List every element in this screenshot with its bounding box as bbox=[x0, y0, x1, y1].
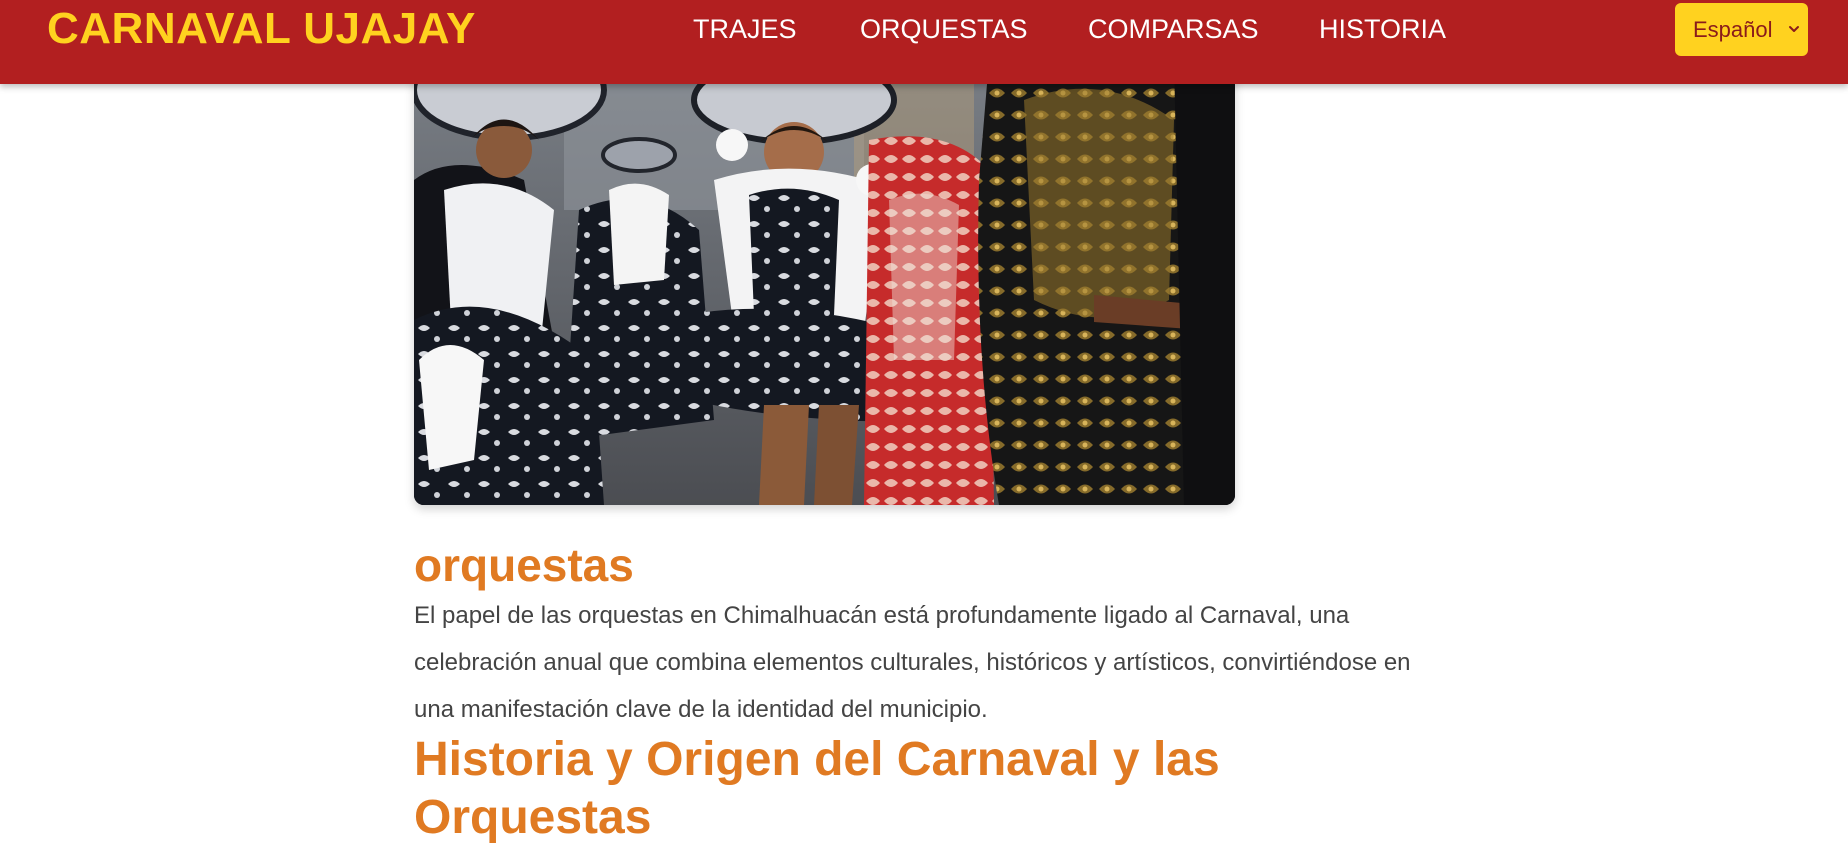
top-navbar: CARNAVAL UJAJAY TRAJES ORQUESTAS COMPARS… bbox=[0, 0, 1848, 84]
carnival-dancers-photo bbox=[414, 60, 1235, 505]
nav-item-comparsas[interactable]: COMPARSAS bbox=[1088, 12, 1259, 46]
nav-item-orquestas[interactable]: ORQUESTAS bbox=[860, 12, 1028, 46]
intro-paragraph: El papel de las orquestas en Chimalhuacá… bbox=[414, 602, 1411, 723]
language-select[interactable]: Español bbox=[1675, 3, 1808, 56]
section-title: orquestas bbox=[414, 539, 634, 591]
language-select-value: Español bbox=[1693, 17, 1773, 42]
history-heading: Historia y Origen del Carnaval y las Orq… bbox=[414, 733, 1220, 844]
nav-item-trajes[interactable]: TRAJES bbox=[693, 12, 797, 46]
site-logo-title[interactable]: CARNAVAL UJAJAY bbox=[47, 4, 476, 54]
carnival-photo-illustration bbox=[414, 60, 1235, 505]
chevron-down-icon bbox=[1789, 26, 1799, 32]
nav-item-historia[interactable]: HISTORIA bbox=[1319, 12, 1446, 46]
